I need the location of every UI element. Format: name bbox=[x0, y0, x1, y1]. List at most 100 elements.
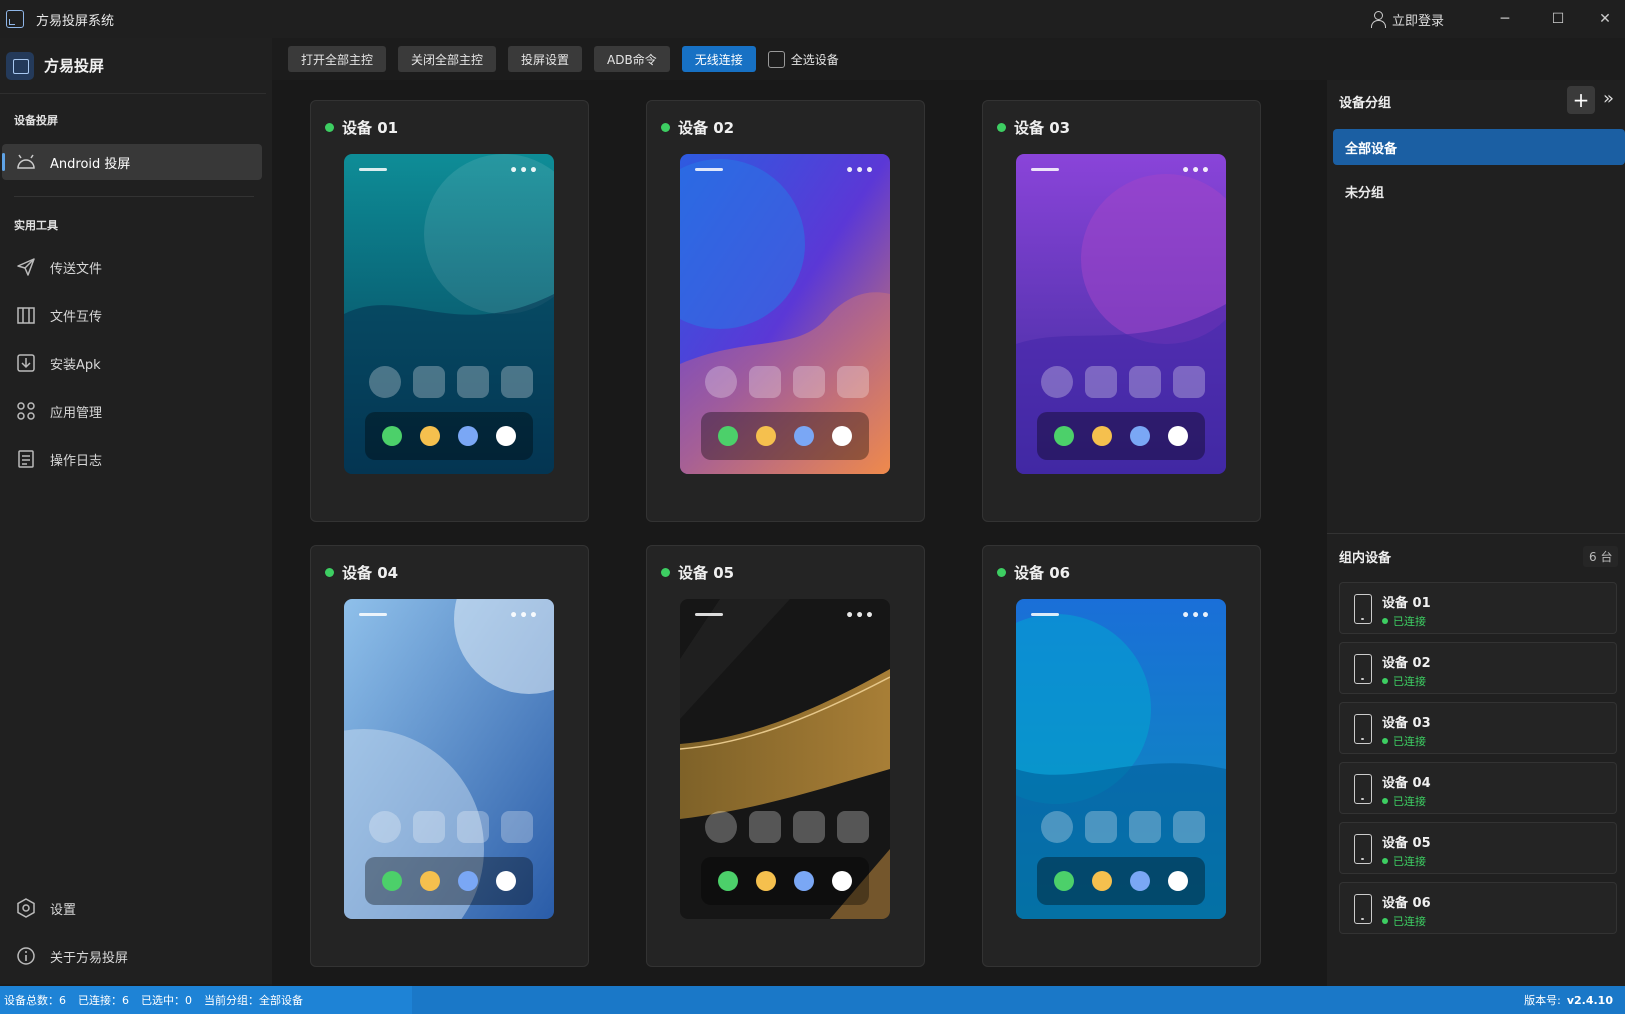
device-screen[interactable]: ••• bbox=[680, 154, 890, 474]
version-label: 版本号: bbox=[1524, 994, 1561, 1007]
dock bbox=[365, 857, 533, 905]
user-icon bbox=[1370, 11, 1386, 28]
device-screen[interactable]: ••• bbox=[1016, 599, 1226, 919]
group-device-item[interactable]: 设备 03 已连接 bbox=[1339, 702, 1617, 754]
device-name: 设备 05 bbox=[678, 564, 735, 582]
more-icon: ••• bbox=[1181, 608, 1211, 624]
open-all-control-button[interactable]: 打开全部主控 bbox=[288, 46, 387, 72]
group-device-item[interactable]: 设备 05 已连接 bbox=[1339, 822, 1617, 874]
sidebar-item-android[interactable]: Android 投屏 bbox=[2, 144, 262, 180]
device-card[interactable]: 设备 04 ••• bbox=[310, 545, 589, 967]
version-number: v2.4.10 bbox=[1566, 993, 1613, 1007]
checkbox-box[interactable] bbox=[767, 50, 785, 68]
device-name: 设备 04 bbox=[1382, 776, 1431, 791]
device-card-header: 设备 06 bbox=[997, 562, 1070, 583]
sidebar-item-install-apk[interactable]: 安装Apk bbox=[2, 345, 262, 381]
device-screen[interactable]: ••• bbox=[680, 599, 890, 919]
device-screen[interactable]: ••• bbox=[344, 154, 554, 474]
more-icon: ••• bbox=[845, 608, 875, 624]
dock bbox=[701, 412, 869, 460]
device-grid: 设备 01 ••• 设备 02 ••• 设备 03 ••• 设备 04 ••• … bbox=[272, 80, 1327, 986]
title-bar: 方易投屏系统 立即登录 ─ ☐ ✕ bbox=[0, 0, 1625, 38]
app-row bbox=[369, 366, 533, 398]
status-total: 设备总数：6 bbox=[4, 994, 66, 1007]
sidebar-item-label: 文件互传 bbox=[50, 309, 103, 325]
device-card[interactable]: 设备 05 ••• bbox=[646, 545, 925, 967]
device-card[interactable]: 设备 03 ••• bbox=[982, 100, 1261, 522]
sidebar-item-label: 操作日志 bbox=[50, 453, 103, 469]
sidebar-item-settings[interactable]: 设置 bbox=[2, 890, 262, 926]
phone-icon bbox=[1354, 894, 1372, 924]
close-all-control-button[interactable]: 关闭全部主控 bbox=[398, 46, 497, 72]
connection-status: 已连接 bbox=[1382, 913, 1426, 929]
online-dot bbox=[325, 123, 334, 132]
status-bar: 设备总数：6 已连接：6 已选中：0 当前分组：全部设备 版本号: v2.4.1… bbox=[0, 986, 1625, 1014]
group-device-item[interactable]: 设备 04 已连接 bbox=[1339, 762, 1617, 814]
phone-icon bbox=[1354, 834, 1372, 864]
phone-icon bbox=[1354, 714, 1372, 744]
device-name: 设备 04 bbox=[342, 564, 399, 582]
app-cast-icon bbox=[6, 10, 24, 28]
sidebar-item-op-log[interactable]: 操作日志 bbox=[2, 441, 262, 477]
device-screen[interactable]: ••• bbox=[344, 599, 554, 919]
group-device-item[interactable]: 设备 01 已连接 bbox=[1339, 582, 1617, 634]
status-selected: 已选中：0 bbox=[141, 994, 192, 1007]
group-item-ungrouped[interactable]: 未分组 bbox=[1333, 173, 1625, 209]
app-row bbox=[705, 366, 869, 398]
sidebar-item-label: 安装Apk bbox=[50, 357, 101, 373]
toolbar: 打开全部主控 关闭全部主控 投屏设置 ADB命令 无线连接 全选设备 bbox=[272, 38, 839, 80]
device-name: 设备 01 bbox=[342, 119, 399, 137]
connection-status: 已连接 bbox=[1382, 793, 1426, 809]
cast-settings-button[interactable]: 投屏设置 bbox=[508, 46, 583, 72]
login-button[interactable]: 立即登录 bbox=[1370, 0, 1444, 38]
status-bar-indicator bbox=[1031, 613, 1059, 616]
device-card[interactable]: 设备 02 ••• bbox=[646, 100, 925, 522]
sidebar-item-app-manage[interactable]: 应用管理 bbox=[2, 393, 262, 429]
connection-status: 已连接 bbox=[1382, 613, 1426, 629]
device-name: 设备 02 bbox=[1382, 656, 1431, 671]
select-all-label: 全选设备 bbox=[790, 52, 839, 67]
wireless-connect-button[interactable]: 无线连接 bbox=[681, 46, 756, 72]
sidebar-item-send-file[interactable]: 传送文件 bbox=[2, 249, 262, 285]
send-icon bbox=[16, 257, 36, 277]
device-card-header: 设备 04 bbox=[325, 562, 398, 583]
window-title: 方易投屏系统 bbox=[36, 13, 115, 29]
status-bar-indicator bbox=[359, 168, 387, 171]
sidebar-item-file-transfer[interactable]: 文件互传 bbox=[2, 297, 262, 333]
sidebar-item-about[interactable]: 关于方易投屏 bbox=[2, 938, 262, 974]
divider bbox=[1327, 533, 1625, 534]
collapse-panel-button[interactable]: » bbox=[1603, 88, 1614, 109]
right-panel: 设备分组 + » 全部设备 未分组 组内设备 6 台 设备 01 已连接 设备 … bbox=[1327, 80, 1625, 986]
add-group-button[interactable]: + bbox=[1567, 86, 1595, 114]
device-name: 设备 01 bbox=[1382, 596, 1431, 611]
connection-status: 已连接 bbox=[1382, 733, 1426, 749]
group-panel-title: 设备分组 bbox=[1339, 96, 1392, 111]
brand: 方易投屏 bbox=[0, 38, 266, 94]
device-screen[interactable]: ••• bbox=[1016, 154, 1226, 474]
divider bbox=[14, 196, 254, 197]
maximize-button[interactable]: ☐ bbox=[1533, 0, 1583, 38]
device-name: 设备 06 bbox=[1014, 564, 1071, 582]
select-all-checkbox[interactable]: 全选设备 bbox=[767, 50, 839, 68]
device-card-header: 设备 01 bbox=[325, 117, 398, 138]
device-card[interactable]: 设备 01 ••• bbox=[310, 100, 589, 522]
status-bar-indicator bbox=[695, 168, 723, 171]
brand-logo-icon bbox=[6, 51, 34, 80]
file-transfer-icon bbox=[16, 305, 36, 325]
group-device-item[interactable]: 设备 02 已连接 bbox=[1339, 642, 1617, 694]
device-card[interactable]: 设备 06 ••• bbox=[982, 545, 1261, 967]
close-button[interactable]: ✕ bbox=[1586, 0, 1624, 38]
group-item-all[interactable]: 全部设备 bbox=[1333, 129, 1625, 165]
version-info: 版本号: v2.4.10 bbox=[1524, 986, 1613, 1014]
group-device-item[interactable]: 设备 06 已连接 bbox=[1339, 882, 1617, 934]
online-dot bbox=[661, 123, 670, 132]
info-icon bbox=[16, 946, 36, 966]
adb-command-button[interactable]: ADB命令 bbox=[594, 46, 670, 72]
device-card-header: 设备 03 bbox=[997, 117, 1070, 138]
minimize-button[interactable]: ─ bbox=[1480, 0, 1530, 38]
more-icon: ••• bbox=[509, 163, 539, 179]
more-icon: ••• bbox=[509, 608, 539, 624]
section-title-tools: 实用工具 bbox=[14, 219, 58, 232]
dock bbox=[701, 857, 869, 905]
phone-icon bbox=[1354, 774, 1372, 804]
